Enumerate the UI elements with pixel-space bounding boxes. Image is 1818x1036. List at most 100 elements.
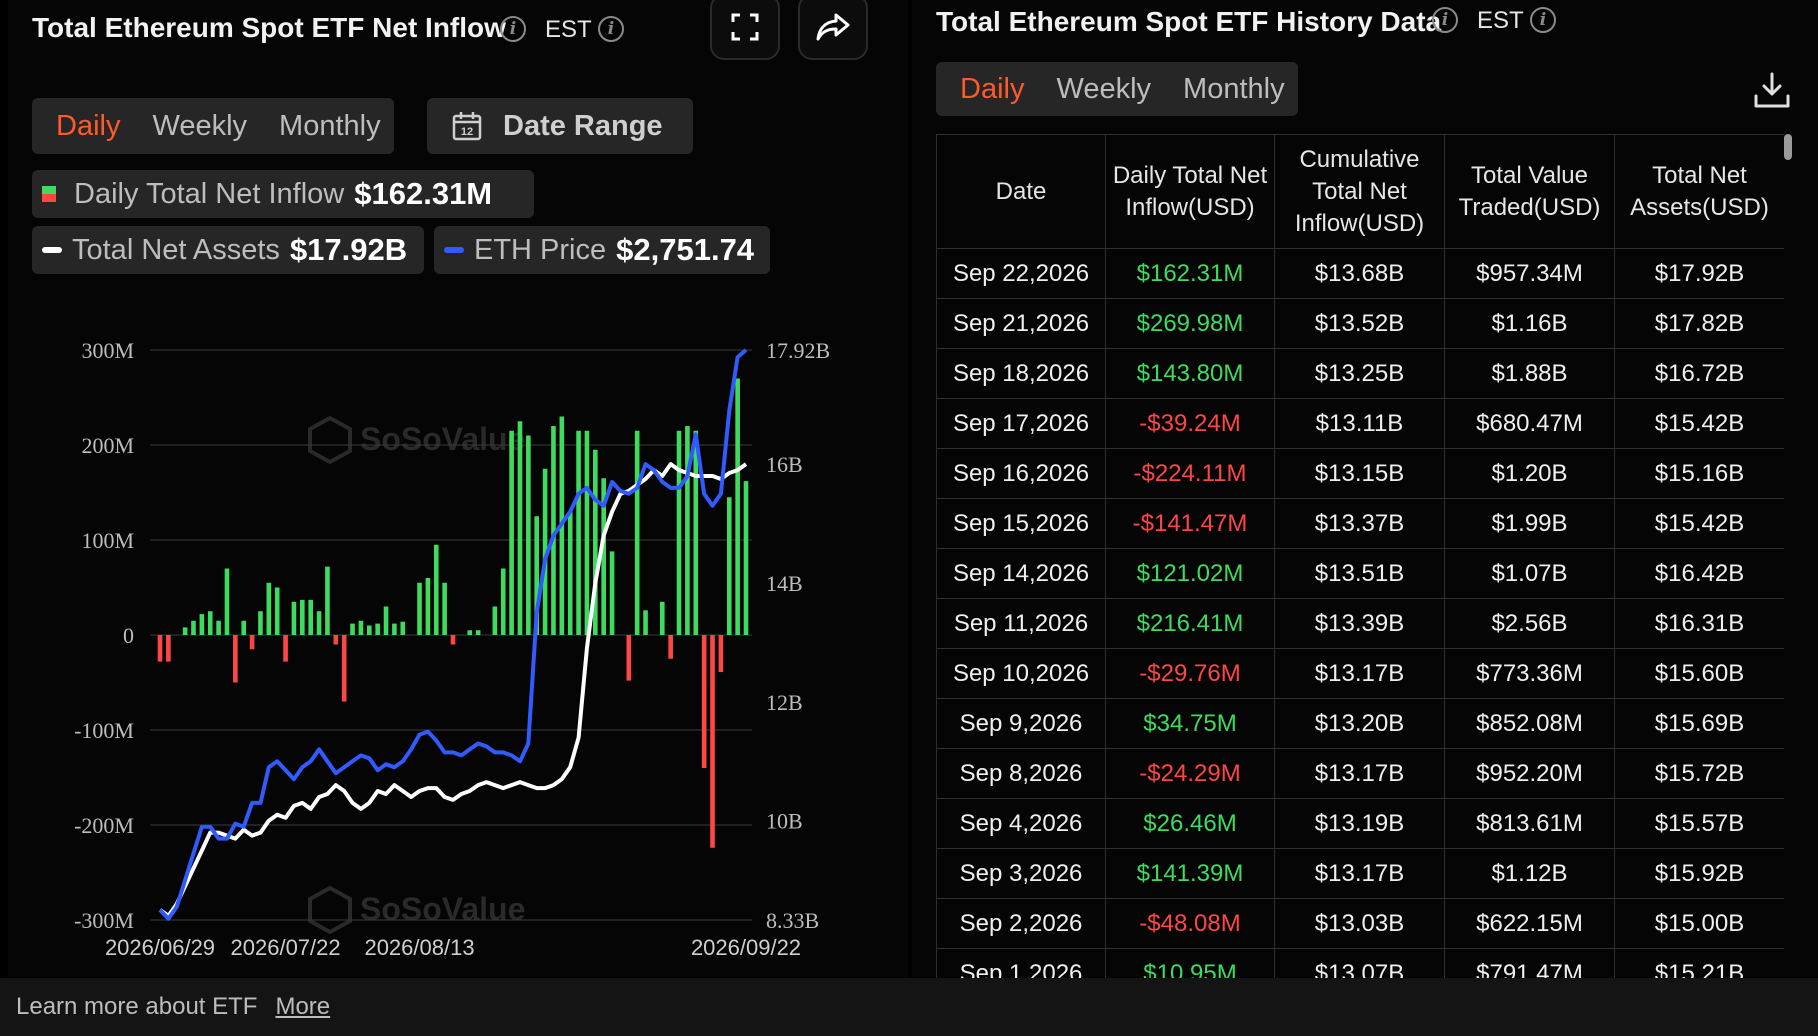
inflow-bar: [341, 635, 347, 702]
cell-value-traded: $622.15M: [1444, 898, 1615, 949]
cell-daily-inflow: $216.41M: [1105, 598, 1275, 649]
tab-weekly[interactable]: Weekly: [136, 110, 263, 143]
timezone-info-icon[interactable]: i: [598, 16, 624, 42]
cell-cumulative-inflow: $13.17B: [1274, 748, 1445, 799]
table-row[interactable]: Sep 22,2026 $162.31M $13.68B $957.34M $17.92…: [936, 248, 1784, 299]
inflow-bar: [207, 611, 213, 635]
cell-date: Sep 1,2026: [936, 948, 1106, 979]
column-header-date[interactable]: Date: [936, 134, 1106, 249]
cell-daily-inflow: -$48.08M: [1105, 898, 1275, 949]
inflow-bar: [316, 611, 322, 635]
total-net-assets-line: [158, 462, 748, 918]
table-row[interactable]: Sep 9,2026 $34.75M $13.20B $852.08M $15.69B: [936, 698, 1784, 749]
cell-date: Sep 8,2026: [936, 748, 1106, 799]
table-row[interactable]: Sep 15,2026 -$141.47M $13.37B $1.99B $15.42B: [936, 498, 1784, 549]
info-icon[interactable]: i: [500, 16, 526, 42]
inflow-bar: [743, 481, 749, 635]
legend-eth-price[interactable]: ETH Price $2,751.74: [434, 226, 770, 274]
history-info-icon[interactable]: i: [1432, 7, 1458, 33]
cell-daily-inflow: $162.31M: [1105, 248, 1275, 299]
inflow-bar: [433, 544, 439, 635]
inflow-bar: [442, 582, 447, 635]
cell-date: Sep 15,2026: [936, 498, 1106, 549]
date-range-button[interactable]: 12 Date Range: [427, 98, 693, 154]
cell-net-assets: $15.00B: [1614, 898, 1784, 949]
column-header-value-traded[interactable]: Total Value Traded(USD): [1444, 134, 1615, 249]
cell-value-traded: $813.61M: [1444, 798, 1615, 849]
table-row[interactable]: Sep 3,2026 $141.39M $13.17B $1.12B $15.92B: [936, 848, 1784, 899]
right-axis-tick-label: 8.33B: [766, 908, 819, 933]
column-header-cumulative-inflow[interactable]: Cumulative Total Net Inflow(USD): [1274, 134, 1445, 249]
inflow-bar: [710, 635, 715, 848]
scrollbar-thumb[interactable]: [1784, 134, 1792, 160]
footer-bar: Learn more about ETF More: [0, 978, 1818, 1036]
table-row[interactable]: Sep 17,2026 -$39.24M $13.11B $680.47M $15.42…: [936, 398, 1784, 449]
history-tab-weekly[interactable]: Weekly: [1040, 73, 1167, 106]
table-row[interactable]: Sep 14,2026 $121.02M $13.51B $1.07B $16.42B: [936, 548, 1784, 599]
download-button[interactable]: [1752, 70, 1792, 115]
table-row[interactable]: Sep 8,2026 -$24.29M $13.17B $952.20M $15.72B: [936, 748, 1784, 799]
cell-cumulative-inflow: $13.52B: [1274, 298, 1445, 349]
right-axis-tick-label: 14B: [766, 571, 803, 596]
history-tab-daily[interactable]: Daily: [944, 73, 1040, 106]
table-row[interactable]: Sep 10,2026 -$29.76M $13.17B $773.36M $15.60…: [936, 648, 1784, 699]
watermark-logo-icon: [308, 415, 352, 465]
inflow-bar: [584, 430, 590, 635]
inflow-bar: [685, 426, 690, 635]
legend-daily-label: Daily Total Net Inflow: [74, 177, 345, 210]
cell-net-assets: $15.72B: [1614, 748, 1784, 799]
cell-date: Sep 3,2026: [936, 848, 1106, 899]
history-table-container[interactable]: Date Daily Total Net Inflow(USD) Cumulat…: [936, 134, 1784, 979]
share-button[interactable]: [798, 0, 868, 60]
left-axis-tick-label: 100M: [81, 528, 134, 553]
fullscreen-button[interactable]: [710, 0, 780, 60]
cell-value-traded: $1.12B: [1444, 848, 1615, 899]
cell-date: Sep 17,2026: [936, 398, 1106, 449]
inflow-bar: [576, 430, 581, 635]
more-link[interactable]: More: [275, 993, 330, 1021]
download-icon: [1754, 72, 1790, 108]
tab-daily[interactable]: Daily: [40, 110, 136, 143]
column-header-net-assets[interactable]: Total Net Assets(USD): [1614, 134, 1784, 249]
tab-monthly[interactable]: Monthly: [263, 110, 397, 143]
cell-cumulative-inflow: $13.15B: [1274, 448, 1445, 499]
table-row[interactable]: Sep 18,2026 $143.80M $13.25B $1.88B $16.72B: [936, 348, 1784, 399]
legend-total-net-assets[interactable]: Total Net Assets $17.92B: [32, 226, 424, 274]
table-row[interactable]: Sep 11,2026 $216.41M $13.39B $2.56B $16.31B: [936, 598, 1784, 649]
history-tab-monthly[interactable]: Monthly: [1167, 73, 1301, 106]
table-row[interactable]: Sep 4,2026 $26.46M $13.19B $813.61M $15.57B: [936, 798, 1784, 849]
cell-value-traded: $2.56B: [1444, 598, 1615, 649]
inflow-bar: [676, 430, 682, 635]
left-axis-tick-label: -200M: [74, 813, 134, 838]
net-inflow-chart[interactable]: SoSoValue SoSoValue 300M 200M 100M 0 -100M -20…: [0, 320, 900, 970]
cell-value-traded: $1.20B: [1444, 448, 1615, 499]
cell-daily-inflow: -$141.47M: [1105, 498, 1275, 549]
cell-net-assets: $17.82B: [1614, 298, 1784, 349]
cell-value-traded: $680.47M: [1444, 398, 1615, 449]
inflow-bar: [634, 430, 640, 635]
left-period-tabs: Daily Weekly Monthly: [32, 98, 394, 154]
inflow-bar: [735, 378, 740, 635]
cell-net-assets: $16.42B: [1614, 548, 1784, 599]
right-axis-tick-label: 10B: [766, 809, 803, 834]
history-timezone-label: EST: [1477, 7, 1524, 34]
table-scrollbar[interactable]: [1784, 134, 1794, 979]
history-timezone-info-icon[interactable]: i: [1530, 7, 1556, 33]
inflow-bar: [517, 421, 523, 635]
cell-net-assets: $16.72B: [1614, 348, 1784, 399]
inflow-bar: [475, 630, 481, 635]
inflow-bar: [492, 606, 498, 635]
cell-value-traded: $1.16B: [1444, 298, 1615, 349]
table-row[interactable]: Sep 16,2026 -$224.11M $13.15B $1.20B $15.16B: [936, 448, 1784, 499]
cell-daily-inflow: $143.80M: [1105, 348, 1275, 399]
table-row[interactable]: Sep 1,2026 $10.95M $13.07B $791.47M $15.21B: [936, 948, 1784, 979]
cell-date: Sep 9,2026: [936, 698, 1106, 749]
legend-daily-net-inflow[interactable]: Daily Total Net Inflow $162.31M: [32, 170, 534, 218]
right-axis-tick-label: 16B: [766, 452, 803, 477]
table-row[interactable]: Sep 21,2026 $269.98M $13.52B $1.16B $17.82B: [936, 298, 1784, 349]
table-row[interactable]: Sep 2,2026 -$48.08M $13.03B $622.15M $15.00B: [936, 898, 1784, 949]
x-axis-tick-label: 2026/07/22: [231, 935, 341, 960]
x-axis-tick-label: 2026/08/13: [364, 935, 474, 960]
column-header-daily-inflow[interactable]: Daily Total Net Inflow(USD): [1105, 134, 1275, 249]
legend-daily-value: $162.31M: [354, 176, 493, 211]
